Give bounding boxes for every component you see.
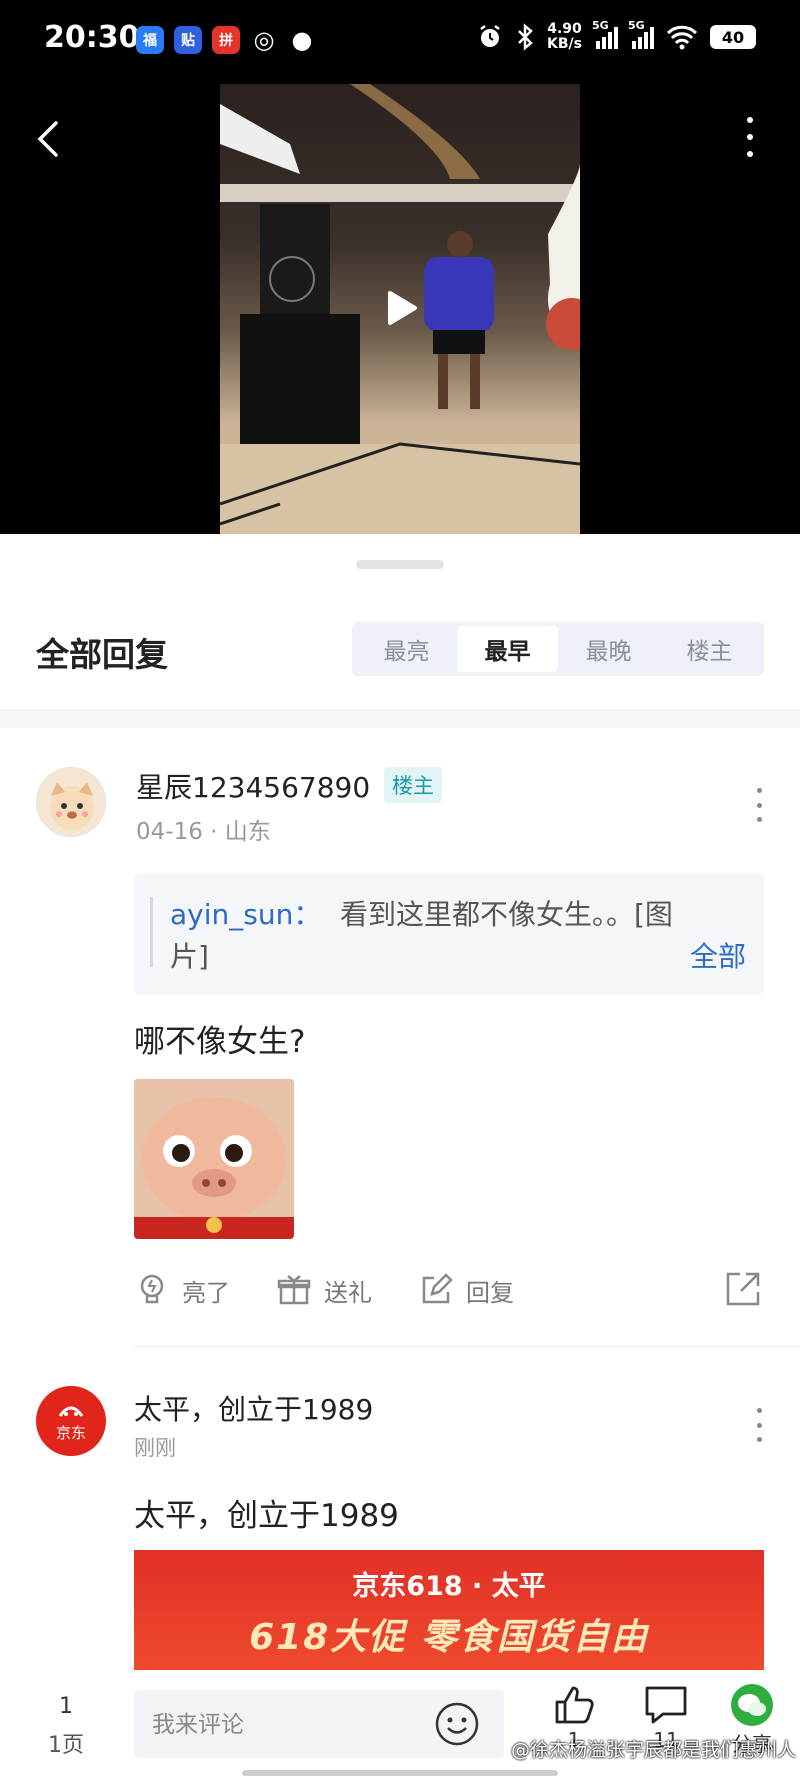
reply-button[interactable]: 回复: [418, 1268, 514, 1312]
comment-username[interactable]: 星辰1234567890: [136, 766, 370, 806]
page-number: 1: [59, 1694, 73, 1719]
emoji-icon[interactable]: [434, 1701, 480, 1747]
wechat-share-icon: [731, 1684, 773, 1726]
loop-app-icon: ◎: [253, 26, 275, 54]
comment-username[interactable]: 太平，创立于1989: [134, 1388, 373, 1428]
tab-earliest[interactable]: 最早: [457, 626, 558, 672]
ad-banner[interactable]: 京东618 · 太平 618大促 零食国货自由: [134, 1550, 764, 1670]
comment-meta: 04-16 · 山东: [136, 819, 271, 845]
dot: [756, 802, 762, 808]
clock: 20:30: [44, 20, 140, 55]
sort-tabs: 最亮 最早 最晚 楼主: [352, 622, 764, 676]
more-options-button[interactable]: [740, 112, 760, 162]
avatar[interactable]: [36, 767, 106, 837]
dog-avatar-icon: [50, 782, 94, 830]
edit-icon: [422, 1273, 453, 1304]
avatar[interactable]: 京东: [36, 1386, 106, 1456]
page-title: 全部回复: [36, 635, 168, 674]
watermark: @徐杰杨溢张宇辰都是我们惠州人: [510, 1739, 796, 1761]
thumbs-up-icon: [555, 1686, 594, 1724]
op-badge: 楼主: [384, 767, 442, 803]
avatar-text: 京东: [56, 1424, 86, 1442]
quote-text-continued: 片]: [170, 940, 209, 973]
video-player[interactable]: [0, 84, 800, 534]
gift-button[interactable]: 送礼: [276, 1268, 372, 1312]
comment-more-button[interactable]: [752, 788, 766, 822]
quote-username[interactable]: ayin_sun：: [170, 893, 321, 933]
dot: [747, 117, 753, 124]
like-label: 亮了: [182, 1278, 230, 1307]
like-button[interactable]: 亮了: [134, 1268, 230, 1312]
thread-page: 20:30 福 贴 拼 ◎ ● 4.90 KB/s 5G 5G 40 全部回复 …: [0, 0, 800, 1778]
pig-sticker-icon: [134, 1079, 294, 1239]
tab-latest[interactable]: 最晚: [558, 626, 659, 672]
divider: [0, 710, 800, 728]
bluetooth-icon: [518, 23, 533, 51]
wifi-icon: [666, 25, 698, 50]
dot: [747, 133, 753, 140]
quote-expand-link[interactable]: 全部: [690, 935, 746, 975]
sig2-label: 5G: [628, 19, 645, 32]
page-indicator[interactable]: 1 1页: [34, 1694, 98, 1759]
share-external-icon[interactable]: [724, 1270, 762, 1308]
play-icon[interactable]: [384, 290, 418, 326]
dot: [756, 1408, 762, 1413]
tab-brightest[interactable]: 最亮: [356, 626, 457, 672]
notification-icons: 福 贴 拼 ◎ ●: [136, 26, 316, 54]
back-button[interactable]: [28, 114, 68, 164]
net-speed-value: 4.90: [547, 21, 582, 37]
wechat-app-icon: ●: [291, 26, 313, 54]
comment-text: 太平，创立于1989: [134, 1498, 399, 1534]
quote-bar: [150, 897, 153, 967]
bottom-bar: 1 1页 1 11 分享 @徐杰杨溢张宇辰都是我们惠州人: [0, 1670, 800, 1778]
comment-icon: [645, 1686, 687, 1724]
dot: [756, 1422, 762, 1428]
dot: [747, 150, 753, 157]
gift-icon: [277, 1275, 311, 1305]
status-bar: 20:30 福 贴 拼 ◎ ● 4.90 KB/s 5G 5G 40: [0, 0, 800, 84]
sheet-drag-handle[interactable]: [356, 560, 444, 569]
comment-text: 哪不像女生?: [134, 1024, 306, 1060]
chevron-left-icon: [37, 121, 58, 157]
ad-brand-line: 京东618 · 太平: [352, 1571, 546, 1602]
sig1-label: 5G: [592, 19, 609, 32]
comment-more-button[interactable]: [752, 1408, 766, 1442]
reply-label: 回复: [466, 1278, 514, 1307]
dot: [756, 788, 762, 793]
pinduoduo-app-icon: 拼: [212, 26, 240, 54]
ad-slogan: 618大促 零食国货自由: [249, 1617, 649, 1658]
system-indicators: 4.90 KB/s 5G 5G 40: [477, 19, 756, 52]
divider: [134, 1346, 800, 1347]
lightbulb-icon: [140, 1274, 164, 1304]
dot: [756, 1437, 762, 1442]
battery-icon: 40: [710, 25, 756, 49]
quote-text: 看到这里都不像女生。。[图: [340, 898, 673, 931]
net-speed: 4.90 KB/s: [547, 22, 582, 52]
battery-level: 40: [721, 27, 745, 47]
jd-logo-icon: 京东: [56, 1406, 86, 1442]
signal-5g-2-icon: 5G: [628, 19, 654, 49]
alarm-icon: [480, 25, 500, 47]
net-speed-unit: KB/s: [547, 36, 582, 52]
signal-5g-1-icon: 5G: [592, 19, 618, 49]
comment-input[interactable]: [152, 1704, 412, 1744]
sticker-image[interactable]: [134, 1079, 294, 1239]
page-label: 1页: [48, 1733, 84, 1758]
quoted-reply[interactable]: ayin_sun： 看到这里都不像女生。。[图 片] 全部: [134, 873, 764, 995]
gift-label: 送礼: [324, 1278, 372, 1307]
comment-meta: 刚刚: [134, 1436, 176, 1460]
tieba-app-icon: 贴: [174, 26, 202, 54]
home-indicator[interactable]: [242, 1770, 558, 1776]
baidu-app-icon: 福: [136, 26, 164, 54]
comment-input-box[interactable]: [134, 1690, 504, 1758]
dot: [756, 817, 762, 822]
tab-op-only[interactable]: 楼主: [659, 626, 760, 672]
